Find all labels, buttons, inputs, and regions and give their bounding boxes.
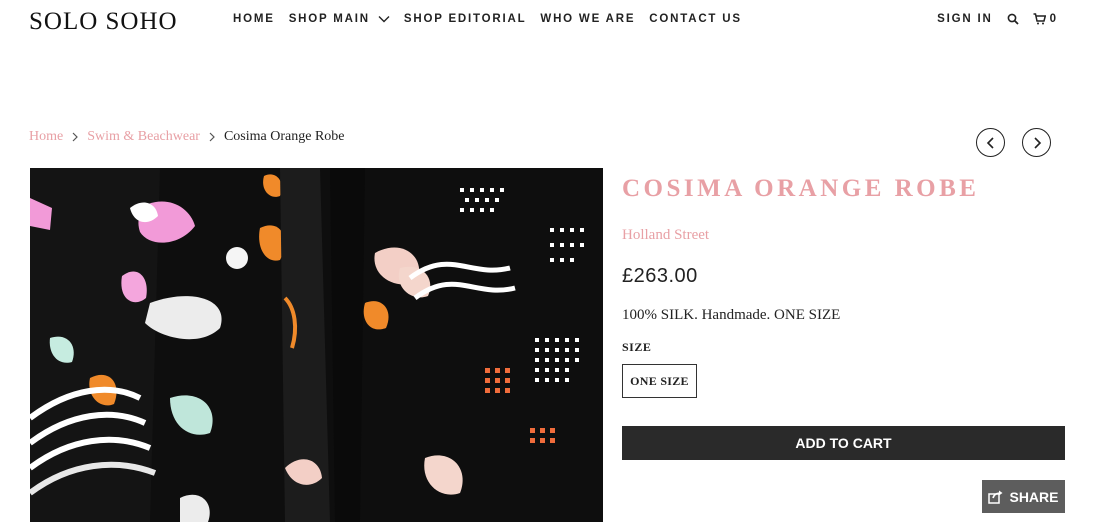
next-product-button[interactable] — [1022, 128, 1051, 157]
product-price: £263.00 — [622, 265, 698, 287]
nav-shop-editorial[interactable]: SHOP EDITORIAL — [404, 13, 527, 25]
nav-who-we-are-label: WHO WE ARE — [540, 13, 636, 25]
previous-product-button[interactable] — [976, 128, 1005, 157]
sign-in-link[interactable]: SIGN IN — [937, 13, 992, 25]
nav-contact-us-label: CONTACT US — [649, 13, 742, 25]
cart-count: 0 — [1049, 13, 1056, 25]
chevron-down-icon — [378, 16, 390, 23]
nav-who-we-are[interactable]: WHO WE ARE — [540, 13, 635, 25]
breadcrumb-category[interactable]: Swim & Beachwear — [87, 129, 200, 145]
nav-shop-main-label: SHOP MAIN — [288, 13, 370, 25]
chevron-right-icon — [72, 132, 79, 142]
product-image[interactable] — [30, 168, 603, 522]
size-label: SIZE — [622, 340, 652, 354]
share-button[interactable]: SHARE — [982, 480, 1065, 513]
product-title: COSIMA ORANGE ROBE — [622, 175, 980, 202]
add-to-cart-button[interactable]: ADD TO CART — [622, 426, 1065, 460]
search-button[interactable] — [1007, 13, 1019, 25]
breadcrumb-current: Cosima Orange Robe — [223, 129, 345, 144]
product-vendor-link[interactable]: Holland Street — [622, 227, 709, 244]
cart-button[interactable]: 0 — [1033, 13, 1056, 25]
header-utilities: SIGN IN 0 — [937, 13, 1056, 25]
nav-home-label: HOME — [233, 13, 275, 25]
share-icon — [988, 490, 1003, 504]
chevron-left-icon — [986, 136, 994, 149]
robe-print-graphic — [30, 168, 603, 522]
share-label: SHARE — [1009, 488, 1059, 505]
size-option-one-size[interactable]: ONE SIZE — [622, 364, 697, 398]
breadcrumb: Home Swim & Beachwear Cosima Orange Robe — [29, 129, 345, 145]
nav-home[interactable]: HOME — [233, 13, 275, 25]
main-nav: HOME SHOP MAIN SHOP EDITORIAL WHO WE ARE… — [233, 13, 756, 25]
site-logo[interactable]: SOLO SOHO — [29, 8, 178, 36]
breadcrumb-home[interactable]: Home — [29, 129, 63, 145]
chevron-right-icon — [1033, 136, 1041, 149]
nav-shop-editorial-label: SHOP EDITORIAL — [403, 13, 527, 25]
product-description: 100% SILK. Handmade. ONE SIZE — [622, 307, 841, 323]
nav-shop-main[interactable]: SHOP MAIN — [289, 13, 390, 25]
nav-contact-us[interactable]: CONTACT US — [649, 13, 742, 25]
cart-icon — [1033, 13, 1046, 25]
chevron-right-icon — [209, 132, 215, 142]
search-icon — [1007, 13, 1019, 25]
